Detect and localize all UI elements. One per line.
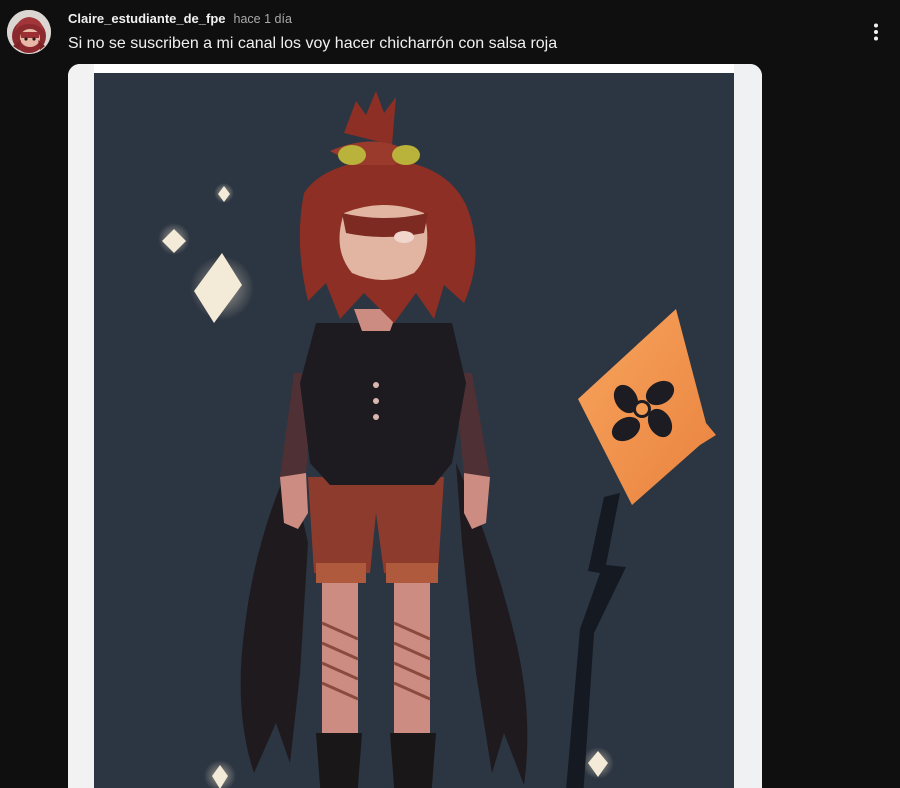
channel-avatar[interactable] bbox=[7, 10, 51, 54]
community-post: Claire_estudiante_de_fpe hace 1 día Si n… bbox=[0, 0, 900, 788]
image-border-left bbox=[68, 64, 94, 788]
post-time[interactable]: hace 1 día bbox=[234, 12, 292, 26]
more-vert-icon bbox=[874, 23, 878, 41]
character-artwork bbox=[94, 73, 734, 788]
post-text: Si no se suscriben a mi canal los voy ha… bbox=[68, 35, 558, 52]
post-image[interactable] bbox=[68, 64, 762, 788]
author-name[interactable]: Claire_estudiante_de_fpe bbox=[68, 11, 226, 26]
more-options-button[interactable] bbox=[862, 18, 890, 46]
image-border-right bbox=[734, 64, 762, 788]
character-artwork-icon bbox=[94, 73, 734, 788]
post-header: Claire_estudiante_de_fpe hace 1 día bbox=[68, 11, 292, 26]
avatar-character-icon bbox=[7, 10, 51, 54]
